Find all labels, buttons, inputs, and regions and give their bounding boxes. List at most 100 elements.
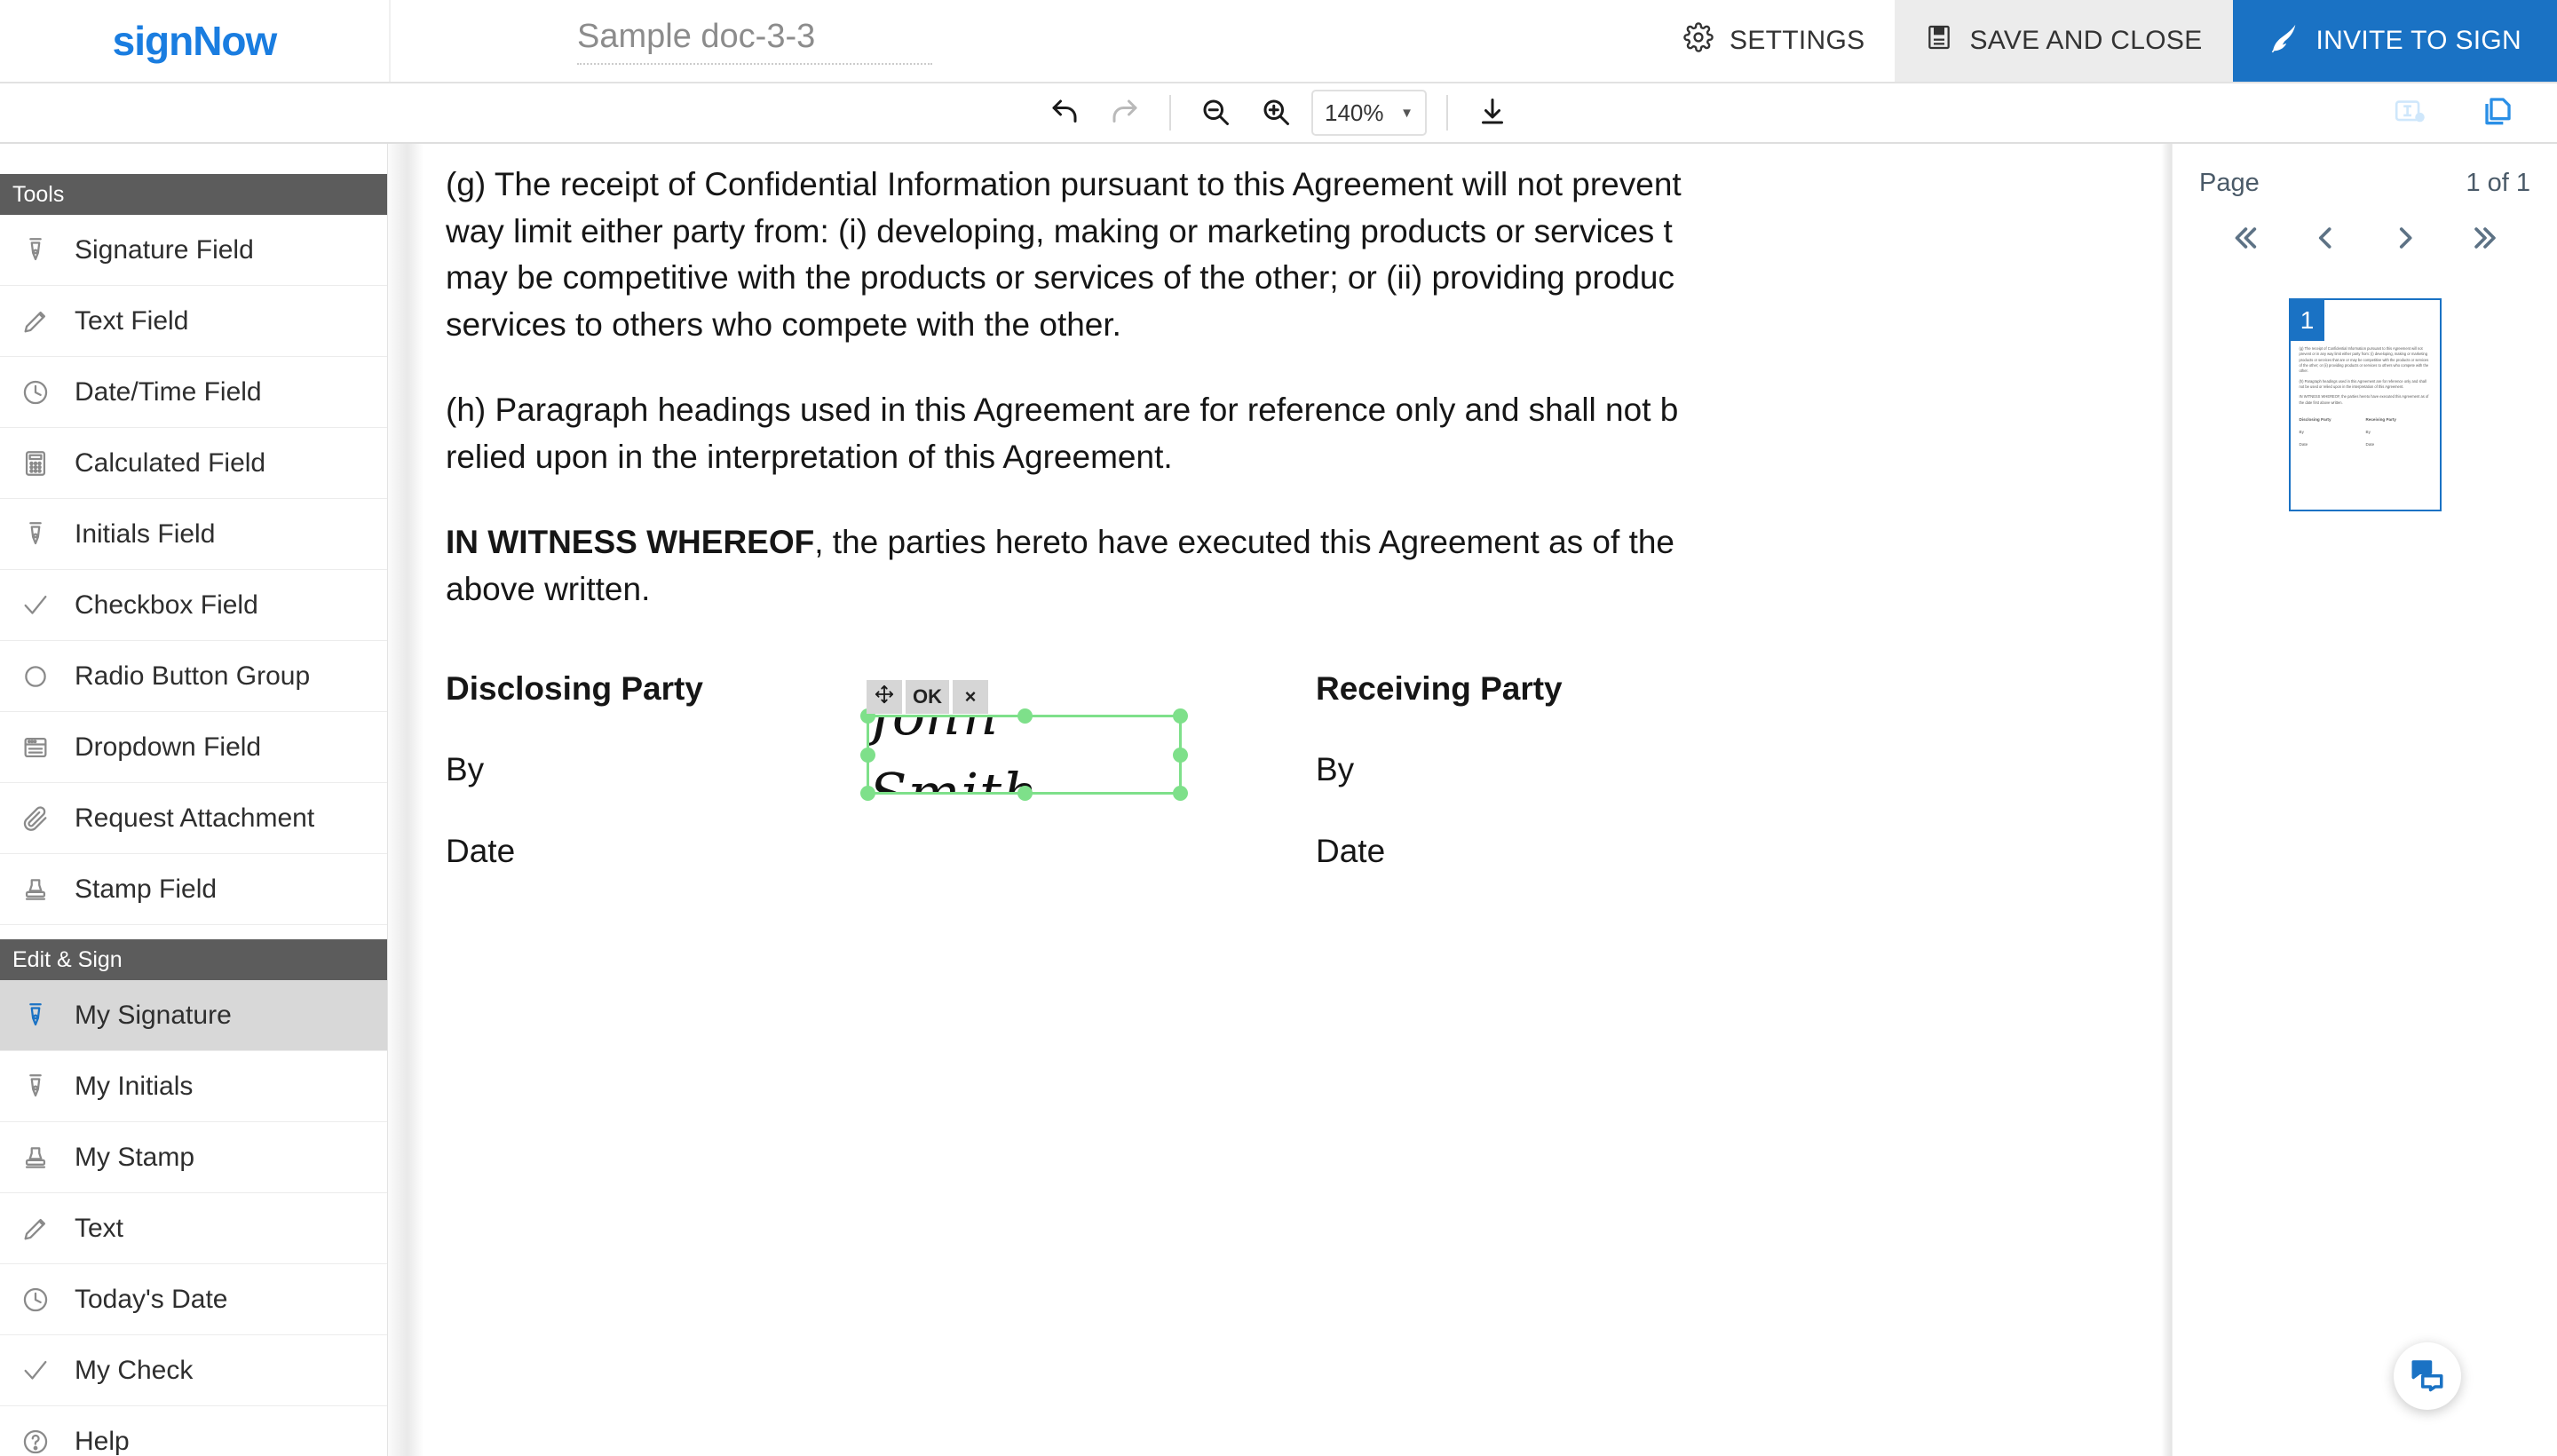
resize-handle-bottom-center[interactable]	[1017, 786, 1033, 802]
thumb-receiving-label: Receiving Party	[2365, 417, 2396, 423]
document-viewport[interactable]: (g) The receipt of Confidential Informat…	[388, 144, 2172, 1456]
paragraph-h-line1: (h) Paragraph headings used in this Agre…	[446, 392, 1679, 429]
thumb-para-2: (h) Paragraph headings used in this Agre…	[2299, 378, 2426, 390]
pen-nib-icon	[20, 1001, 51, 1031]
edit-sign-list: My Signature My Initials My Stamp Text Today…	[0, 980, 387, 1456]
pen-nib-icon	[20, 519, 51, 550]
page-thumbnail-number: 1	[2290, 300, 2324, 341]
confirm-signature-button[interactable]: OK	[906, 680, 949, 715]
move-signature-button[interactable]	[867, 680, 902, 715]
placed-signature-selection[interactable]: John Smith	[860, 680, 1188, 802]
invite-to-sign-button[interactable]: INVITE TO SIGN	[2232, 0, 2557, 82]
next-page-button[interactable]	[2385, 218, 2426, 261]
download-icon	[1476, 96, 1508, 131]
paragraph-g-line3: may be competitive with the products or …	[446, 259, 1675, 297]
save-icon	[1925, 23, 1953, 59]
paragraph-g-line2: way limit either party from: (i) develop…	[446, 212, 1673, 249]
prev-page-button[interactable]	[2304, 218, 2345, 261]
zoom-in-icon	[1260, 96, 1292, 131]
header-actions: SETTINGS SAVE AND CLOSE INVITE TO SIGN	[1653, 0, 2557, 82]
next-page-icon	[2390, 227, 2420, 256]
receiving-by-label: By	[1316, 750, 1355, 787]
feather-icon	[2268, 21, 2300, 60]
zoom-in-button[interactable]	[1251, 90, 1301, 136]
last-page-icon	[2470, 227, 2500, 256]
brand-logo-text: signNow	[112, 18, 278, 64]
signature-columns: Disclosing Party By Date Receiving Party…	[446, 666, 2161, 875]
tool-item-signature-field[interactable]: Signature Field	[0, 215, 387, 286]
page-label: Page	[2199, 169, 2260, 197]
pencil-icon	[20, 1214, 51, 1244]
thumb-disclosing-date: Date	[2299, 442, 2308, 447]
tool-item-label: Date/Time Field	[75, 376, 262, 407]
editsign-item-my-stamp[interactable]: My Stamp	[0, 1122, 387, 1193]
tool-item-radio-button-group[interactable]: Radio Button Group	[0, 641, 387, 712]
tool-item-date-time-field[interactable]: Date/Time Field	[0, 357, 387, 428]
tool-item-label: Initials Field	[75, 518, 216, 549]
text-field-settings-icon	[2395, 98, 2428, 131]
editsign-item-my-check[interactable]: My Check	[0, 1335, 387, 1406]
editsign-item-my-initials[interactable]: My Initials	[0, 1051, 387, 1122]
tool-item-initials-field[interactable]: Initials Field	[0, 499, 387, 570]
delete-signature-button[interactable]: ×	[953, 680, 988, 715]
first-page-button[interactable]	[2224, 218, 2265, 261]
edit-sign-section-header: Edit & Sign	[0, 939, 387, 980]
tools-section-header: Tools	[0, 174, 387, 215]
tool-item-label: Checkbox Field	[75, 590, 258, 620]
witness-rest: , the parties hereto have executed this …	[814, 524, 1675, 561]
tool-item-calculated-field[interactable]: Calculated Field	[0, 428, 387, 499]
chat-support-button[interactable]	[2394, 1342, 2461, 1410]
editor-toolbar: 140% ▼	[0, 83, 2557, 144]
field-settings-button[interactable]	[2387, 91, 2436, 137]
save-and-close-button[interactable]: SAVE AND CLOSE	[1895, 0, 2233, 82]
signnow-editor: signNow Sample doc-3-3 SETTINGS SAVE AND…	[0, 0, 2557, 1456]
editsign-item-today-s-date[interactable]: Today's Date	[0, 1264, 387, 1335]
save-and-close-label: SAVE AND CLOSE	[1969, 26, 2203, 55]
editsign-item-label: My Signature	[75, 1000, 232, 1030]
move-icon	[875, 684, 894, 709]
tool-item-request-attachment[interactable]: Request Attachment	[0, 783, 387, 854]
pages-button[interactable]	[2475, 91, 2525, 137]
tool-item-dropdown-field[interactable]: Dropdown Field	[0, 712, 387, 783]
page-thumbnail-preview: (g) The receipt of Confidential Informat…	[2300, 346, 2433, 454]
tool-item-label: Dropdown Field	[75, 732, 262, 762]
editsign-item-label: Today's Date	[75, 1284, 228, 1314]
last-page-button[interactable]	[2465, 218, 2506, 261]
editsign-item-text[interactable]: Text	[0, 1193, 387, 1264]
editsign-item-label: My Initials	[75, 1071, 194, 1101]
chevron-down-icon: ▼	[1400, 105, 1413, 121]
tool-item-checkbox-field[interactable]: Checkbox Field	[0, 570, 387, 641]
download-button[interactable]	[1468, 90, 1517, 136]
zoom-out-button[interactable]	[1191, 90, 1240, 136]
top-header-bar: signNow Sample doc-3-3 SETTINGS SAVE AND…	[0, 0, 2557, 83]
editsign-item-help[interactable]: Help	[0, 1406, 387, 1456]
tool-item-stamp-field[interactable]: Stamp Field	[0, 854, 387, 925]
page-navigator-panel: Page 1 of 1 1 (g) The receipt of Confide…	[2172, 144, 2557, 1456]
editsign-item-my-signature[interactable]: My Signature	[0, 980, 387, 1051]
settings-button[interactable]: SETTINGS	[1653, 0, 1895, 82]
document-left-gutter	[388, 144, 424, 1456]
pages-copy-icon	[2482, 95, 2518, 133]
zoom-level-select[interactable]: 140% ▼	[1311, 90, 1427, 136]
document-content: (g) The receipt of Confidential Informat…	[424, 162, 2161, 875]
resize-handle-top-center[interactable]	[1017, 708, 1033, 724]
brand-logo[interactable]: signNow	[0, 0, 391, 82]
thumb-disclosing-by: By	[2299, 430, 2304, 435]
page-thumbnail-1[interactable]: 1 (g) The receipt of Confidential Inform…	[2288, 298, 2442, 511]
toolbar-divider	[1169, 95, 1171, 131]
page-navigation-controls	[2173, 198, 2557, 261]
tool-item-text-field[interactable]: Text Field	[0, 286, 387, 357]
tools-sidebar: Tools Signature Field Text Field Date/Time…	[0, 144, 388, 1456]
editsign-item-label: My Stamp	[75, 1142, 195, 1172]
redo-icon	[1109, 96, 1141, 131]
tool-item-label: Stamp Field	[75, 874, 218, 904]
clock-icon	[20, 377, 51, 408]
undo-button[interactable]	[1040, 90, 1089, 136]
redo-button[interactable]	[1100, 90, 1150, 136]
document-page[interactable]: (g) The receipt of Confidential Informat…	[424, 144, 2161, 1456]
page-count: 1 of 1	[2466, 169, 2530, 197]
document-title-input[interactable]: Sample doc-3-3	[577, 18, 932, 65]
receiving-date-label: Date	[1316, 833, 1386, 870]
thumb-signature-block: Disclosing Party By Date Receiving Party…	[2300, 416, 2433, 454]
paperclip-icon	[20, 803, 51, 834]
